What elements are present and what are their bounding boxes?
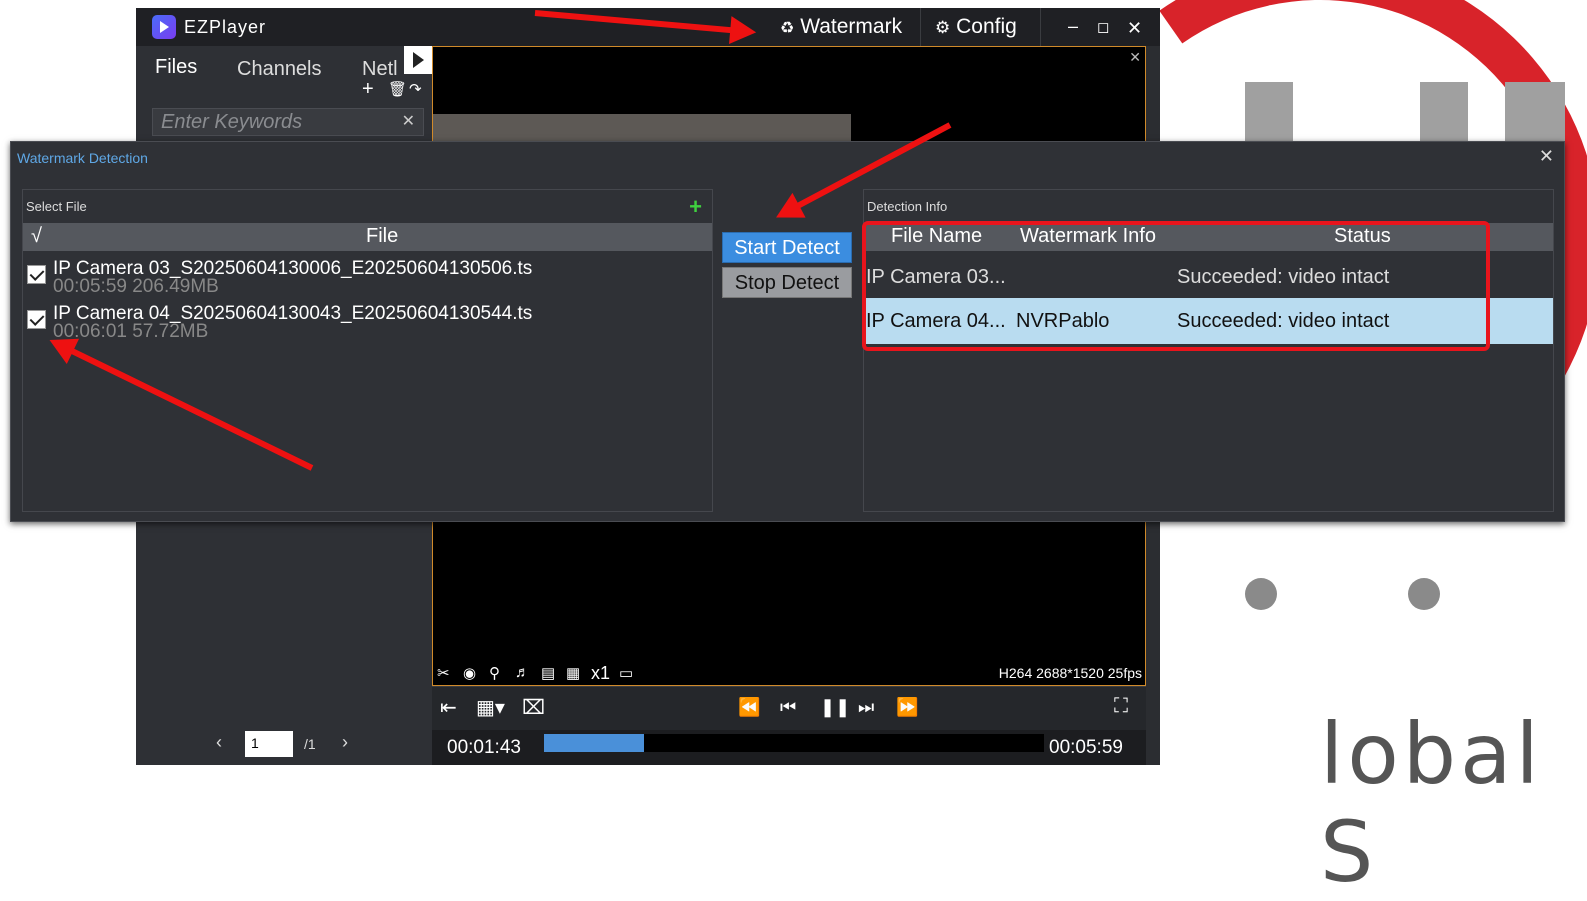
file-meta: 00:05:59 206.49MB [53,276,219,297]
playback-controls: ⇤ ▦▾ ⌧ ⏪ ⏮ ❚❚ ⏭ ⏩ ⛶ [432,686,1146,730]
window-controls: – ◻ ✕ [1040,8,1160,46]
grid-icon[interactable]: ▦ [566,664,580,682]
fullscreen-icon[interactable]: ⛶ [1114,695,1128,718]
list-toggle-icon[interactable]: ⇤ [440,695,457,720]
camera-icon[interactable]: ◉ [463,664,476,682]
select-file-panel: Select File + √ File IP Camera 03_S20250… [22,189,713,512]
next-page-icon[interactable]: › [342,732,348,753]
page-input[interactable]: 1 [245,731,293,757]
trash-icon[interactable]: 🗑 [388,80,407,98]
ezplayer-logo-icon [152,15,176,39]
zoom-icon[interactable]: ⚲ [489,664,500,682]
file-checkbox[interactable] [27,310,46,329]
volume-icon[interactable]: ♬ [515,664,530,681]
app-title: EZPlayer [184,17,267,37]
watermark-button[interactable]: ♻ Watermark [766,8,916,46]
progress-bar[interactable] [544,734,1044,752]
link-icon[interactable]: ↷ [409,80,422,98]
close-icon[interactable]: ✕ [1127,9,1142,47]
prev-page-icon[interactable]: ‹ [216,732,222,753]
video-info: H264 2688*1520 25fps [998,665,1142,681]
file-column-header: File [366,225,399,247]
file-list-item[interactable]: IP Camera 04_S20250604130043_E2025060413… [23,300,712,346]
add-icon[interactable]: + [362,78,374,101]
pause-icon[interactable]: ❚❚ [820,697,850,718]
background-lettering: lobal S [1320,705,1543,901]
tab-scroll-right-button[interactable] [404,46,432,74]
fast-forward-icon[interactable]: ⏩ [896,697,918,718]
chevron-right-icon [413,52,424,68]
folder-icon[interactable]: ▤ [541,664,555,682]
dialog-title: Watermark Detection [17,150,148,166]
window-icon[interactable]: ▭ [619,664,633,682]
stamp-icon: ♻ [780,20,795,37]
annotation-highlight-box [862,221,1490,351]
stop-detect-button[interactable]: Stop Detect [722,267,852,298]
background-dot [1408,578,1440,610]
title-bar: EZPlayer ♻ Watermark ⚙ Config – ◻ ✕ [136,8,1160,46]
file-checkbox[interactable] [27,265,46,284]
video-frame [433,114,851,144]
select-all-checkbox[interactable]: √ [31,225,42,248]
page-total: /1 [304,736,316,752]
rewind-icon[interactable]: ⏪ [738,697,760,718]
time-current: 00:01:43 [447,737,521,758]
maximize-icon[interactable]: ◻ [1097,9,1109,47]
time-total: 00:05:59 [1049,737,1123,758]
close-all-icon[interactable]: ⌧ [522,695,545,720]
select-file-title: Select File [26,199,87,214]
clear-icon[interactable]: ✕ [402,109,415,135]
dialog-close-icon[interactable]: ✕ [1539,146,1554,167]
detection-info-title: Detection Info [867,199,948,214]
config-label: Config [956,15,1017,38]
step-forward-icon[interactable]: ⏭ [858,697,874,718]
progress-fill [544,734,644,752]
player-toolbar: ✂ ◉ ⚲ ♬ ▤ ▦ x1 ▭ H264 2688*1520 25fps [433,663,1145,686]
clip-icon[interactable]: ✂ [437,664,450,682]
config-button[interactable]: ⚙ Config [920,8,1031,46]
progress-row: 00:01:43 00:05:59 [432,730,1146,765]
file-list-header: √ File [23,223,712,251]
start-detect-button[interactable]: Start Detect [722,232,852,263]
close-video-icon[interactable]: ✕ [1129,49,1141,66]
pager: ‹ 1 /1 › [136,718,432,765]
keyword-search-input[interactable]: Enter Keywords ✕ [152,108,424,136]
gear-icon: ⚙ [935,18,951,37]
tab-channels[interactable]: Channels [237,58,322,81]
layout-grid-icon[interactable]: ▦▾ [476,695,505,720]
add-file-icon[interactable]: + [689,194,702,220]
watermark-label: Watermark [800,15,903,38]
background-dot [1245,578,1277,610]
step-back-icon[interactable]: ⏮ [780,697,796,718]
minimize-icon[interactable]: – [1068,7,1078,45]
background-bar [1505,82,1565,142]
file-list-item[interactable]: IP Camera 03_S20250604130006_E2025060413… [23,254,712,300]
speed-label[interactable]: x1 [591,663,610,684]
tab-files[interactable]: Files [155,56,197,79]
keyword-placeholder: Enter Keywords [161,111,303,133]
